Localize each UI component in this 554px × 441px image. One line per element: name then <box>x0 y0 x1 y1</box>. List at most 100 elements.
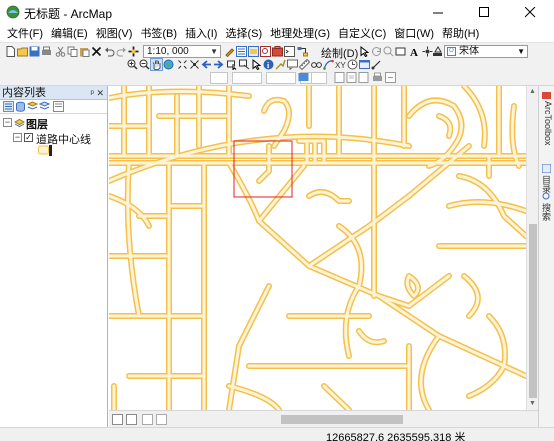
menu-file[interactable]: 文件(F) <box>3 25 47 41</box>
scroll-up-icon[interactable]: ▲ <box>529 88 536 95</box>
color-dropdown[interactable] <box>311 72 327 84</box>
list-by-selection-icon[interactable] <box>39 101 50 112</box>
snapping-icon[interactable] <box>371 59 382 70</box>
create-viewer-window-icon[interactable] <box>359 59 370 70</box>
pause-drawing-button[interactable] <box>156 414 167 425</box>
go-to-xy-icon[interactable]: XY <box>335 59 346 70</box>
layout-page-icon[interactable] <box>334 72 345 83</box>
menu-customize[interactable]: 自定义(C) <box>334 25 390 41</box>
hyperlink-icon[interactable] <box>275 59 286 70</box>
layer-visibility-checkbox[interactable]: ✓ <box>24 133 33 142</box>
select-elements-icon[interactable] <box>251 59 262 70</box>
previous-extent-icon[interactable] <box>201 59 212 70</box>
rotate-icon[interactable] <box>371 46 382 57</box>
list-by-visibility-icon[interactable] <box>27 101 38 112</box>
fixed-zoom-out-icon[interactable] <box>189 59 200 70</box>
open-folder-icon[interactable] <box>17 46 28 57</box>
menu-selection[interactable]: 选择(S) <box>221 25 266 41</box>
font-type-icon: O <box>447 47 456 56</box>
horizontal-scroll-thumb[interactable] <box>281 415 403 424</box>
search-tab[interactable]: 搜索 <box>541 203 553 221</box>
geometry-combo[interactable] <box>232 72 262 84</box>
html-popup-icon[interactable] <box>287 59 298 70</box>
layers-group-label[interactable]: 图层 <box>26 116 48 132</box>
print-preview-icon[interactable] <box>372 72 383 83</box>
layer-symbol-icon[interactable] <box>38 145 52 156</box>
vertical-scroll-thumb[interactable] <box>529 224 537 398</box>
new-document-icon[interactable] <box>5 46 16 57</box>
map-view[interactable] <box>109 86 526 410</box>
list-by-drawing-order-icon[interactable] <box>3 101 14 112</box>
color-swatch-icon[interactable] <box>298 72 309 83</box>
georeference-layer-combo[interactable] <box>210 72 228 84</box>
layout-options-icon[interactable] <box>385 72 396 83</box>
zoom-out-icon[interactable] <box>139 59 150 70</box>
scroll-down-icon[interactable]: ▼ <box>529 400 536 407</box>
full-extent-icon[interactable] <box>163 59 174 70</box>
refresh-view-button[interactable] <box>142 414 153 425</box>
find-icon[interactable] <box>311 59 322 70</box>
next-extent-icon[interactable] <box>213 59 224 70</box>
arctoolbox-tab[interactable]: ArcToolbox <box>541 101 553 146</box>
toc-options-icon[interactable] <box>53 101 64 112</box>
collapse-icon[interactable]: − <box>3 118 12 127</box>
delete-icon[interactable] <box>91 46 102 57</box>
redo-icon[interactable] <box>116 46 127 57</box>
model-builder-icon[interactable] <box>297 46 308 57</box>
pan-icon[interactable] <box>150 58 163 71</box>
fixed-zoom-in-icon[interactable] <box>177 59 188 70</box>
text-tool-icon[interactable]: A <box>409 46 420 57</box>
close-button[interactable] <box>508 0 554 24</box>
menu-view[interactable]: 视图(V) <box>92 25 137 41</box>
arctoolbox-icon[interactable] <box>272 46 283 57</box>
zoom-whole-page-icon[interactable] <box>383 46 394 57</box>
catalog-window-icon[interactable] <box>248 46 259 57</box>
menu-geoprocessing[interactable]: 地理处理(G) <box>266 25 334 41</box>
editor-toolbar-icon[interactable] <box>224 46 235 57</box>
zoom-page-icon[interactable] <box>346 72 357 83</box>
copy-icon[interactable] <box>67 46 78 57</box>
measure-icon[interactable] <box>299 59 310 70</box>
arctoolbox-icon <box>542 92 551 99</box>
map-scale-combo[interactable]: 1:10, 000 ▼ <box>143 45 221 58</box>
time-slider-icon[interactable] <box>347 59 358 70</box>
minimize-button[interactable] <box>416 0 462 24</box>
collapse-icon[interactable]: − <box>13 133 22 142</box>
menu-help[interactable]: 帮助(H) <box>438 25 483 41</box>
search-window-icon[interactable] <box>260 46 271 57</box>
paste-icon[interactable] <box>79 46 90 57</box>
identify-icon[interactable]: i <box>263 59 274 70</box>
maximize-button[interactable] <box>462 0 508 24</box>
table-of-contents-icon[interactable] <box>236 46 247 57</box>
list-by-source-icon[interactable] <box>15 101 26 112</box>
add-data-icon[interactable] <box>128 46 139 57</box>
catalog-tab[interactable]: 目录 <box>541 175 553 193</box>
menu-edit[interactable]: 编辑(E) <box>47 25 92 41</box>
python-window-icon[interactable] <box>284 46 295 57</box>
menu-bar: 文件(F) 编辑(E) 视图(V) 书签(B) 插入(I) 选择(S) 地理处理… <box>0 24 554 42</box>
save-icon[interactable] <box>29 46 40 57</box>
tool-combo[interactable] <box>266 72 296 84</box>
menu-windows[interactable]: 窗口(W) <box>390 25 438 41</box>
toc-window-controls[interactable]: ᵖ ✕ <box>91 86 104 100</box>
fill-color-icon[interactable] <box>432 46 443 57</box>
cut-icon[interactable] <box>55 46 66 57</box>
print-icon[interactable] <box>41 46 52 57</box>
map-vertical-scrollbar[interactable]: ▲ ▼ <box>526 86 538 410</box>
zoom-percentage-icon[interactable] <box>358 72 369 83</box>
menu-bookmarks[interactable]: 书签(B) <box>136 25 181 41</box>
rectangle-tool-icon[interactable] <box>395 46 406 57</box>
zoom-in-icon[interactable] <box>127 59 138 70</box>
clear-selection-icon[interactable] <box>239 59 250 70</box>
font-family-combo[interactable]: O 宋体 ▼ <box>444 45 528 58</box>
layout-view-button[interactable] <box>126 414 137 425</box>
undo-icon[interactable] <box>104 46 115 57</box>
search-icon <box>542 192 550 200</box>
right-dock: ArcToolbox 目录 搜索 <box>538 86 554 427</box>
data-view-button[interactable] <box>112 414 123 425</box>
select-features-icon[interactable] <box>227 59 238 70</box>
select-elements-icon[interactable] <box>359 46 370 57</box>
find-route-icon[interactable] <box>323 59 334 70</box>
menu-insert[interactable]: 插入(I) <box>181 25 221 41</box>
layers-group-icon <box>14 118 25 128</box>
